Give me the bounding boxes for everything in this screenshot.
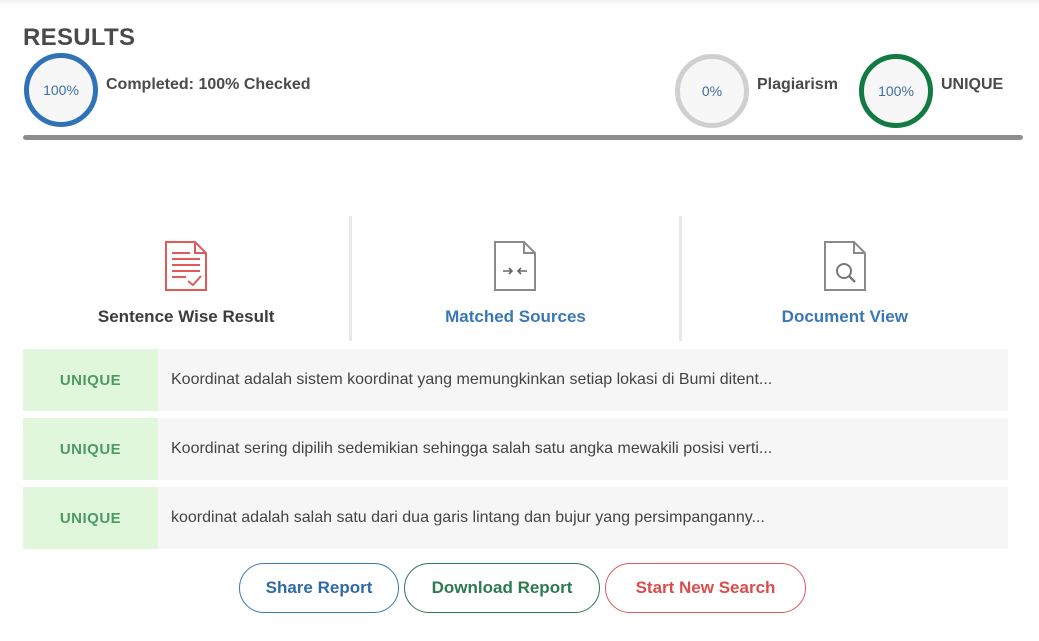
unique-badge: UNIQUE: [23, 418, 158, 480]
top-divider: [0, 0, 1039, 6]
completed-label: Completed: 100% Checked: [106, 76, 311, 93]
completed-ring-value: 100%: [43, 82, 79, 98]
plagiarism-ring: 0%: [675, 54, 749, 128]
unique-badge: UNIQUE: [23, 487, 158, 549]
result-row[interactable]: UNIQUE Koordinat adalah sistem koordinat…: [23, 349, 1008, 411]
sentence-text: Koordinat sering dipilih sedemikian sehi…: [171, 440, 773, 457]
tab-document-view[interactable]: Document View: [678, 216, 1008, 341]
document-search-icon: [823, 216, 867, 297]
sentence-results-list: UNIQUE Koordinat adalah sistem koordinat…: [23, 349, 1008, 556]
sentence-text: koordinat adalah salah satu dari dua gar…: [171, 509, 765, 526]
download-report-button[interactable]: Download Report: [404, 563, 600, 613]
completion-progress-bar: [23, 135, 1023, 140]
result-row[interactable]: UNIQUE koordinat adalah salah satu dari …: [23, 487, 1008, 549]
tab-document-view-label: Document View: [781, 307, 908, 326]
document-compare-icon: [493, 216, 537, 297]
start-new-search-button[interactable]: Start New Search: [605, 563, 806, 613]
unique-ring: 100%: [859, 54, 933, 128]
tab-matched-sources-label: Matched Sources: [445, 307, 586, 326]
plagiarism-ring-value: 0%: [701, 83, 723, 99]
tab-sentence-wise-result-label: Sentence Wise Result: [97, 307, 275, 326]
result-view-tabs: Sentence Wise Result Matched Sources Doc…: [23, 216, 1008, 341]
plagiarism-label: Plagiarism: [757, 76, 838, 93]
document-check-icon: [164, 216, 208, 297]
unique-ring-value: 100%: [878, 83, 914, 99]
tab-sentence-wise-result[interactable]: Sentence Wise Result: [23, 216, 349, 341]
sentence-text: Koordinat adalah sistem koordinat yang m…: [171, 371, 773, 388]
page-title: RESULTS: [23, 24, 136, 51]
completed-ring: 100%: [24, 53, 98, 127]
unique-badge: UNIQUE: [23, 349, 158, 411]
tab-matched-sources[interactable]: Matched Sources: [349, 216, 678, 341]
unique-label: UNIQUE: [941, 76, 1004, 93]
share-report-button[interactable]: Share Report: [239, 563, 399, 613]
result-row[interactable]: UNIQUE Koordinat sering dipilih sedemiki…: [23, 418, 1008, 480]
completion-progress-fill: [23, 135, 1023, 140]
